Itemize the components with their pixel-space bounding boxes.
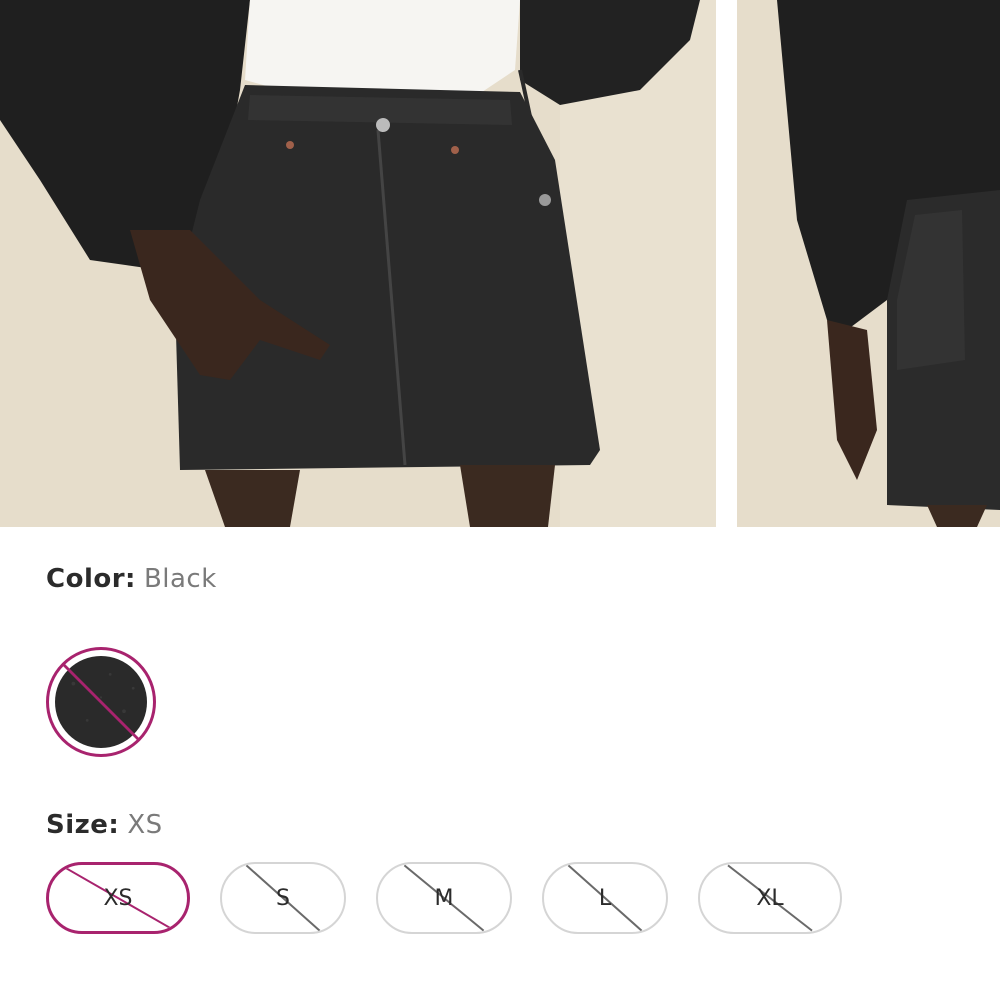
size-option-m[interactable]: M [376,862,512,934]
color-label: Color: [46,564,136,594]
color-heading: Color: Black [46,564,217,594]
size-option-label: M [434,885,454,911]
size-heading: Size: XS [46,810,163,840]
color-selected-value: Black [143,564,217,594]
color-swatch-black[interactable] [46,647,156,757]
size-option-xs[interactable]: XS [46,862,190,934]
size-option-label: L [598,885,612,911]
size-label: Size: [46,810,120,840]
skirt-front-photo[interactable] [0,0,716,527]
size-option-label: S [276,885,290,911]
size-option-label: XL [756,885,784,911]
size-option-xl[interactable]: XL [698,862,842,934]
size-selected-value: XS [127,810,163,840]
skirt-side-photo[interactable] [737,0,1000,527]
product-image-gallery[interactable] [0,0,1000,527]
size-option-s[interactable]: S [220,862,346,934]
size-option-l[interactable]: L [542,862,668,934]
size-option-label: XS [103,885,133,911]
